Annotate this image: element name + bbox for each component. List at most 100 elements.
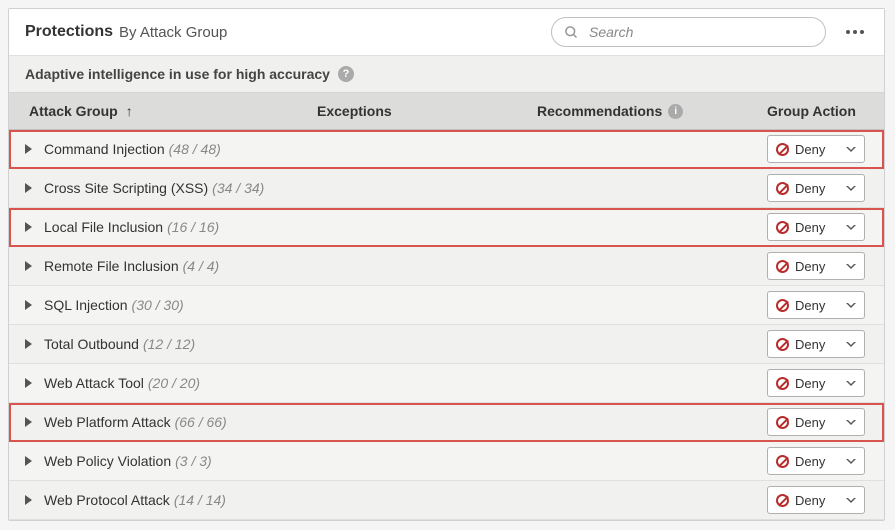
expand-icon[interactable]: [25, 144, 32, 154]
group-action-cell: Deny: [767, 252, 868, 280]
expand-icon[interactable]: [25, 417, 32, 427]
table-row: Remote File Inclusion(4 / 4) Deny: [9, 247, 884, 286]
group-action-select[interactable]: Deny: [767, 486, 865, 514]
group-action-select[interactable]: Deny: [767, 330, 865, 358]
expand-icon[interactable]: [25, 300, 32, 310]
attack-group-name: Remote File Inclusion: [44, 258, 179, 274]
deny-icon: [776, 455, 789, 468]
attack-group-cell[interactable]: Cross Site Scripting (XSS)(34 / 34): [17, 174, 317, 202]
group-action-label: Deny: [795, 337, 825, 352]
search-input-wrap[interactable]: [551, 17, 826, 47]
group-action-select[interactable]: Deny: [767, 447, 865, 475]
group-action-label: Deny: [795, 298, 825, 313]
adaptive-intelligence-text: Adaptive intelligence in use for high ac…: [25, 66, 330, 82]
expand-icon[interactable]: [25, 183, 32, 193]
group-action-cell: Deny: [767, 291, 868, 319]
attack-group-name: Web Attack Tool: [44, 375, 144, 391]
attack-group-cell[interactable]: Web Policy Violation(3 / 3): [17, 447, 317, 475]
group-action-cell: Deny: [767, 486, 868, 514]
table-row: SQL Injection(30 / 30) Deny: [9, 286, 884, 325]
chevron-down-icon: [846, 264, 856, 269]
expand-icon[interactable]: [25, 378, 32, 388]
expand-icon[interactable]: [25, 495, 32, 505]
group-action-cell: Deny: [767, 174, 868, 202]
group-action-cell: Deny: [767, 330, 868, 358]
group-action-cell: Deny: [767, 213, 868, 241]
attack-group-name: SQL Injection: [44, 297, 128, 313]
protections-panel: Protections By Attack Group Adaptive int…: [8, 8, 885, 521]
attack-group-name: Web Platform Attack: [44, 414, 171, 430]
attack-group-count: (30 / 30): [132, 297, 184, 313]
page-title-main: Protections: [25, 23, 113, 41]
chevron-down-icon: [846, 381, 856, 386]
group-action-label: Deny: [795, 493, 825, 508]
group-action-label: Deny: [795, 415, 825, 430]
deny-icon: [776, 416, 789, 429]
chevron-down-icon: [846, 342, 856, 347]
search-input[interactable]: [587, 23, 813, 41]
attack-group-name: Total Outbound: [44, 336, 139, 352]
table-row: Local File Inclusion(16 / 16) Deny: [9, 208, 884, 247]
group-action-select[interactable]: Deny: [767, 369, 865, 397]
group-action-cell: Deny: [767, 447, 868, 475]
attack-group-cell[interactable]: Local File Inclusion(16 / 16): [17, 213, 317, 241]
table-row: Web Platform Attack(66 / 66) Deny: [9, 403, 884, 442]
group-action-select[interactable]: Deny: [767, 213, 865, 241]
group-action-label: Deny: [795, 220, 825, 235]
attack-group-name: Cross Site Scripting (XSS): [44, 180, 208, 196]
deny-icon: [776, 143, 789, 156]
chevron-down-icon: [846, 186, 856, 191]
search-icon: [564, 25, 579, 40]
attack-group-cell[interactable]: Web Attack Tool(20 / 20): [17, 369, 317, 397]
group-action-select[interactable]: Deny: [767, 174, 865, 202]
attack-group-name: Command Injection: [44, 141, 165, 157]
group-action-cell: Deny: [767, 135, 868, 163]
group-action-cell: Deny: [767, 408, 868, 436]
attack-group-cell[interactable]: Web Protocol Attack(14 / 14): [17, 486, 317, 514]
table-row: Total Outbound(12 / 12) Deny: [9, 325, 884, 364]
attack-group-cell[interactable]: Command Injection(48 / 48): [17, 135, 317, 163]
chevron-down-icon: [846, 303, 856, 308]
expand-icon[interactable]: [25, 261, 32, 271]
panel-header: Protections By Attack Group: [9, 9, 884, 56]
column-recommendations[interactable]: Recommendations i: [537, 103, 767, 119]
attack-group-cell[interactable]: Web Platform Attack(66 / 66): [17, 408, 317, 436]
attack-group-cell[interactable]: Remote File Inclusion(4 / 4): [17, 252, 317, 280]
deny-icon: [776, 377, 789, 390]
group-action-label: Deny: [795, 181, 825, 196]
group-action-cell: Deny: [767, 369, 868, 397]
chevron-down-icon: [846, 459, 856, 464]
chevron-down-icon: [846, 225, 856, 230]
deny-icon: [776, 299, 789, 312]
attack-group-cell[interactable]: Total Outbound(12 / 12): [17, 330, 317, 358]
more-menu-button[interactable]: [842, 26, 868, 38]
expand-icon[interactable]: [25, 456, 32, 466]
deny-icon: [776, 182, 789, 195]
group-action-select[interactable]: Deny: [767, 408, 865, 436]
attack-group-name: Web Policy Violation: [44, 453, 171, 469]
table-row: Web Attack Tool(20 / 20) Deny: [9, 364, 884, 403]
expand-icon[interactable]: [25, 339, 32, 349]
attack-group-count: (20 / 20): [148, 375, 200, 391]
help-icon[interactable]: ?: [338, 66, 354, 82]
chevron-down-icon: [846, 147, 856, 152]
table-body: Command Injection(48 / 48)DenyCross Site…: [9, 130, 884, 520]
group-action-select[interactable]: Deny: [767, 135, 865, 163]
chevron-down-icon: [846, 420, 856, 425]
attack-group-count: (4 / 4): [183, 258, 220, 274]
attack-group-count: (48 / 48): [169, 141, 221, 157]
attack-group-cell[interactable]: SQL Injection(30 / 30): [17, 291, 317, 319]
group-action-select[interactable]: Deny: [767, 291, 865, 319]
attack-group-count: (66 / 66): [175, 414, 227, 430]
column-exceptions[interactable]: Exceptions: [317, 103, 537, 119]
table-row: Cross Site Scripting (XSS)(34 / 34) Deny: [9, 169, 884, 208]
expand-icon[interactable]: [25, 222, 32, 232]
attack-group-name: Web Protocol Attack: [44, 492, 170, 508]
table-row: Web Protocol Attack(14 / 14) Deny: [9, 481, 884, 520]
table-row: Command Injection(48 / 48) Deny: [9, 130, 884, 169]
group-action-select[interactable]: Deny: [767, 252, 865, 280]
deny-icon: [776, 221, 789, 234]
column-attack-group[interactable]: Attack Group ↑: [17, 103, 317, 119]
column-group-action[interactable]: Group Action: [767, 103, 868, 119]
info-icon[interactable]: i: [668, 104, 683, 119]
